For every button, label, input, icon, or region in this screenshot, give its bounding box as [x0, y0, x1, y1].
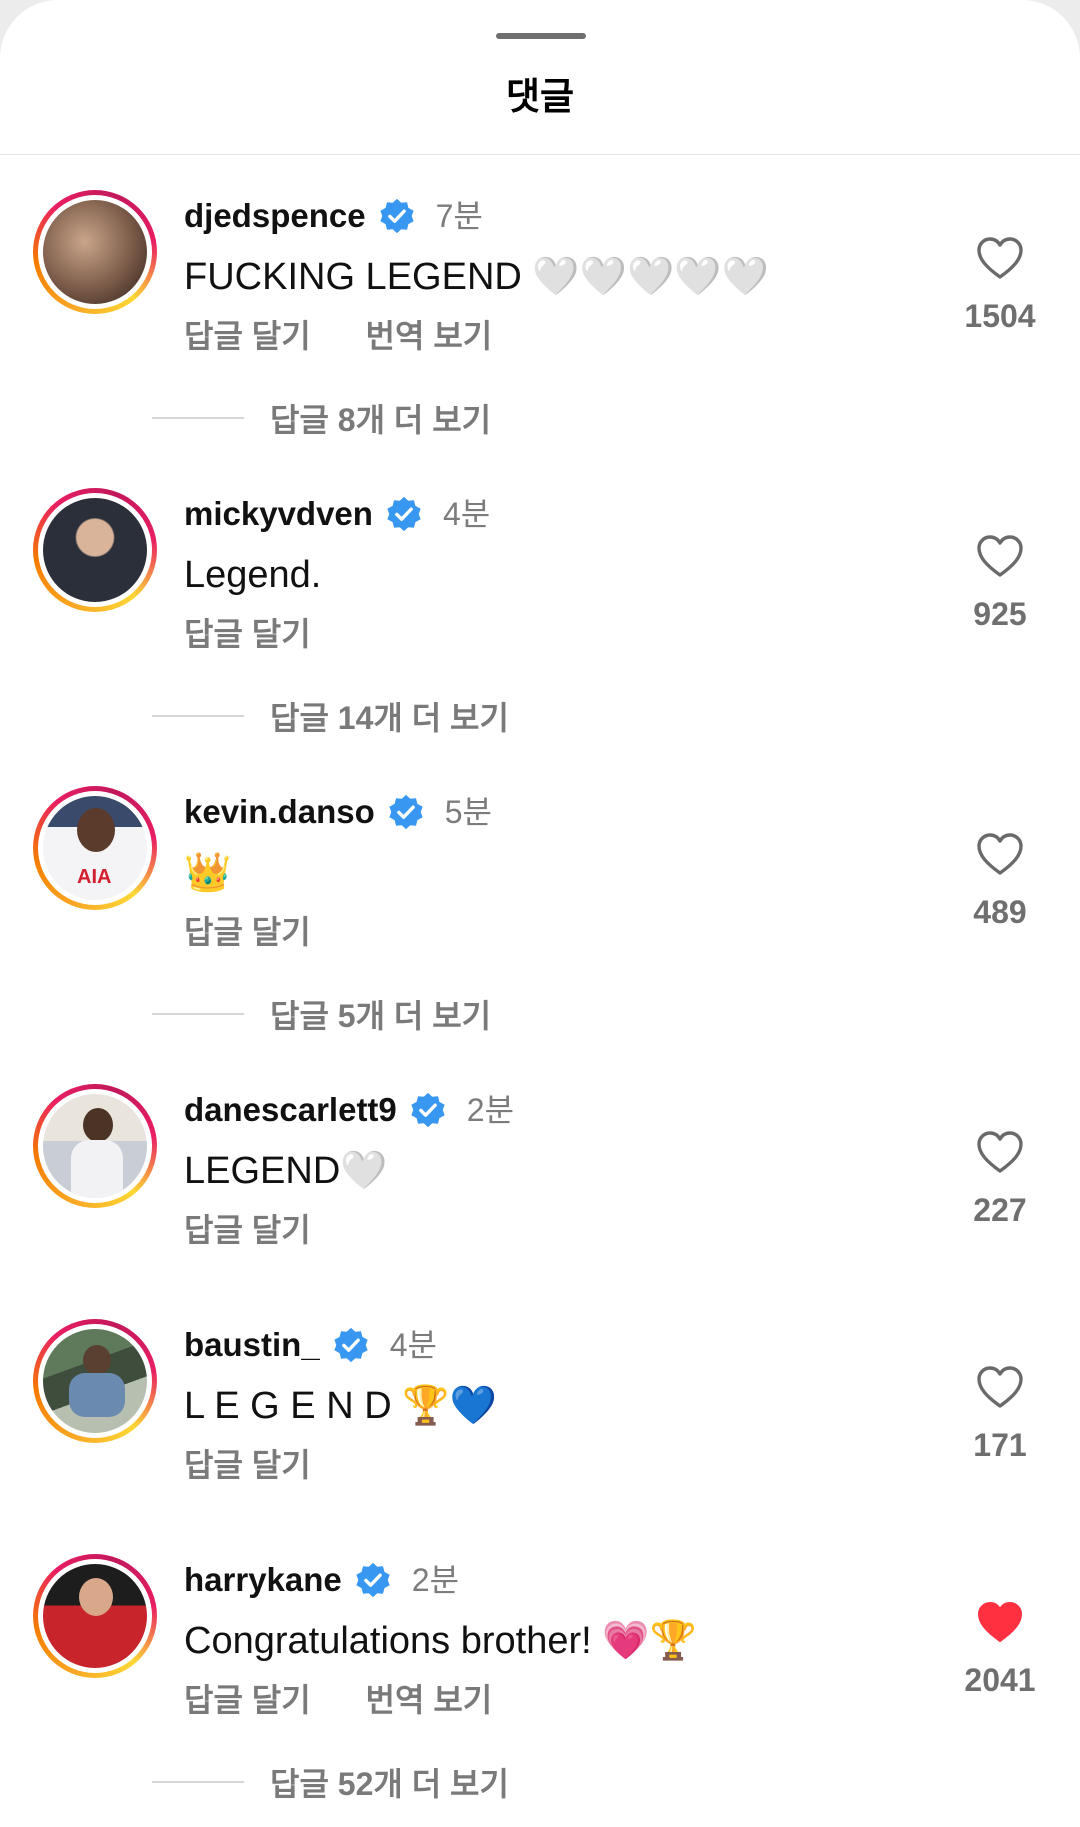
- reply-thread-line: [152, 417, 244, 419]
- verified-badge-icon: [411, 1092, 445, 1128]
- comment-time: 4분: [442, 496, 491, 532]
- verified-badge-icon: [387, 496, 421, 532]
- heart-filled-icon[interactable]: [976, 1600, 1024, 1644]
- header-divider: [0, 154, 1080, 155]
- comments-sheet: 댓글 djedspence 7분 FUCKING LEGEND 🤍🤍🤍🤍🤍 답글…: [0, 0, 1080, 1827]
- white-heart-emoji: 🤍: [340, 1150, 388, 1192]
- reply-button[interactable]: 답글 달기: [184, 914, 311, 950]
- comment-time: 2분: [466, 1092, 515, 1128]
- emoji: 🤍🤍🤍🤍🤍: [532, 256, 769, 298]
- translate-button[interactable]: 번역 보기: [366, 318, 493, 354]
- reply-button[interactable]: 답글 달기: [184, 1212, 311, 1248]
- avatar[interactable]: [33, 488, 157, 612]
- username[interactable]: danescarlett9: [184, 1090, 397, 1130]
- username[interactable]: djedspence: [184, 196, 366, 236]
- verified-badge-icon: [356, 1562, 390, 1598]
- reply-thread-line: [152, 1013, 244, 1015]
- reply-button[interactable]: 답글 달기: [184, 318, 311, 354]
- like-group: 171: [940, 1365, 1060, 1464]
- translate-button[interactable]: 번역 보기: [366, 1682, 493, 1718]
- comment-text: L E G E N D 🏆💙: [184, 1385, 497, 1427]
- trophy-heart-emoji: 🏆💙: [402, 1385, 497, 1427]
- reply-button[interactable]: 답글 달기: [184, 1447, 311, 1483]
- heart-outline-icon[interactable]: [976, 832, 1024, 876]
- like-group: 925: [940, 534, 1060, 633]
- heart-outline-icon[interactable]: [976, 1365, 1024, 1409]
- comment-time: 5분: [444, 794, 492, 830]
- comment-text: FUCKING LEGEND 🤍🤍🤍🤍🤍: [184, 256, 769, 298]
- drag-handle[interactable]: [496, 33, 586, 39]
- comment-text: Legend.: [184, 554, 322, 596]
- reply-thread-line: [152, 715, 244, 717]
- view-more-replies-button[interactable]: 답글 52개 더 보기: [152, 1759, 509, 1805]
- verified-badge-icon: [379, 198, 414, 234]
- username[interactable]: kevin.danso: [184, 792, 375, 832]
- username[interactable]: baustin_: [184, 1325, 320, 1365]
- comment-text: LEGEND🤍: [184, 1150, 388, 1192]
- comment-time: 7분: [435, 198, 483, 234]
- heart-outline-icon[interactable]: [976, 1130, 1024, 1174]
- view-more-replies-label: 답글 5개 더 보기: [270, 998, 492, 1034]
- comment-time: 4분: [389, 1327, 437, 1363]
- avatar[interactable]: [33, 1319, 157, 1443]
- reply-thread-line: [152, 1781, 244, 1783]
- avatar[interactable]: AIA: [33, 786, 157, 910]
- like-group: 489: [940, 832, 1060, 931]
- verified-badge-icon: [334, 1327, 368, 1363]
- avatar[interactable]: [33, 1084, 157, 1208]
- view-more-replies-button[interactable]: 답글 5개 더 보기: [152, 991, 491, 1037]
- comment-text: Congratulations brother! 💗🏆: [184, 1620, 697, 1662]
- view-more-replies-button[interactable]: 답글 14개 더 보기: [152, 693, 509, 739]
- reply-button[interactable]: 답글 달기: [184, 1682, 311, 1718]
- like-count: 2041: [964, 1662, 1036, 1698]
- avatar[interactable]: [33, 190, 157, 314]
- heart-trophy-emoji: 💗🏆: [602, 1620, 697, 1662]
- comment-time: 2분: [411, 1562, 460, 1598]
- like-group: 227: [940, 1130, 1060, 1229]
- like-group: 1504: [940, 236, 1060, 335]
- like-count: 227: [973, 1192, 1027, 1228]
- crown-emoji: 👑: [184, 852, 232, 894]
- reply-button[interactable]: 답글 달기: [184, 616, 311, 652]
- verified-badge-icon: [389, 794, 423, 830]
- view-more-replies-button[interactable]: 답글 8개 더 보기: [152, 395, 491, 441]
- view-more-replies-label: 답글 52개 더 보기: [270, 1766, 509, 1802]
- username[interactable]: harrykane: [184, 1560, 342, 1600]
- shirt-sponsor-logo: AIA: [77, 866, 112, 888]
- comment-text: 👑: [184, 848, 231, 898]
- view-more-replies-label: 답글 14개 더 보기: [270, 700, 509, 736]
- sheet-title: 댓글: [505, 76, 575, 117]
- like-count: 489: [973, 894, 1027, 930]
- like-count: 171: [973, 1427, 1027, 1463]
- like-group: 2041: [940, 1600, 1060, 1699]
- view-more-replies-label: 답글 8개 더 보기: [270, 402, 492, 438]
- like-count: 1504: [964, 298, 1036, 334]
- avatar[interactable]: [33, 1554, 157, 1678]
- like-count: 925: [973, 596, 1027, 632]
- heart-outline-icon[interactable]: [976, 236, 1024, 280]
- heart-outline-icon[interactable]: [976, 534, 1024, 578]
- username[interactable]: mickyvdven: [184, 494, 373, 534]
